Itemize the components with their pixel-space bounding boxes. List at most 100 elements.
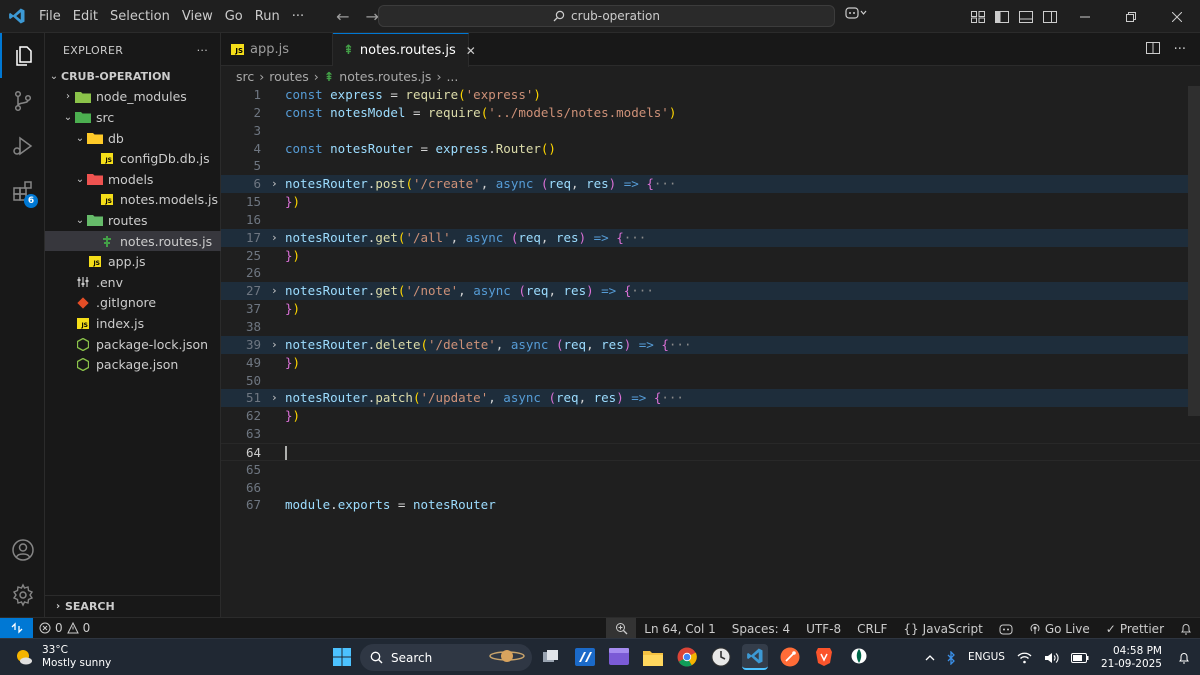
tree-item[interactable]: JS notes.models.js (45, 190, 221, 211)
code-editor[interactable]: 1 const express = require('express') 2 cons… (221, 86, 1200, 514)
tree-item[interactable]: ⌄ src (45, 107, 221, 128)
copilot-icon[interactable] (845, 6, 867, 24)
accounts-icon[interactable] (0, 527, 45, 572)
vscode-taskbar-icon[interactable] (742, 644, 768, 670)
run-debug-icon[interactable] (0, 123, 45, 168)
split-editor-icon[interactable] (1145, 41, 1160, 58)
toggle-primary-sidebar-icon[interactable] (990, 0, 1014, 33)
notification-center-bell-icon[interactable] (1172, 651, 1200, 664)
more-actions-icon[interactable]: ··· (197, 44, 208, 57)
clipchamp-icon[interactable] (606, 644, 632, 670)
notifications-bell-icon[interactable] (1172, 618, 1200, 639)
code-line[interactable]: 26 (221, 264, 1200, 282)
code-line[interactable]: 50 (221, 372, 1200, 390)
search-section[interactable]: › SEARCH (45, 595, 221, 617)
editor-scrollbar[interactable] (1188, 86, 1200, 416)
menu-view[interactable]: View (176, 0, 219, 33)
tree-item[interactable]: .env (45, 272, 221, 293)
code-line[interactable]: 67 module.exports = notesRouter (221, 496, 1200, 514)
tree-item[interactable]: ⌄ db (45, 128, 221, 149)
code-line[interactable]: 6 › notesRouter.post('/create', async (req… (221, 175, 1200, 194)
battery-icon[interactable] (1065, 652, 1095, 663)
extensions-icon[interactable]: 6 (0, 168, 45, 213)
more-editor-actions-icon[interactable]: ··· (1174, 42, 1186, 57)
encoding[interactable]: UTF-8 (798, 618, 849, 639)
code-line[interactable]: 62}) (221, 407, 1200, 425)
breadcrumb-file[interactable]: notes.routes.js (339, 69, 431, 84)
code-line[interactable]: 27 › notesRouter.get('/note', async (req, … (221, 282, 1200, 301)
code-line[interactable]: 2 const notesModel = require('../models/n… (221, 104, 1200, 122)
remote-indicator-icon[interactable] (0, 617, 33, 639)
project-folder[interactable]: ⌄ CRUB-OPERATION (45, 66, 221, 87)
menu-edit[interactable]: Edit (67, 0, 104, 33)
problems-indicator[interactable]: 0 0 (33, 621, 90, 635)
tree-item[interactable]: ⌄ routes (45, 210, 221, 231)
minimize-icon[interactable] (1062, 0, 1108, 33)
code-line[interactable]: 1 const express = require('express') (221, 86, 1200, 104)
tree-item[interactable]: JS app.js (45, 251, 221, 272)
volume-icon[interactable] (1038, 652, 1065, 664)
toggle-panel-icon[interactable] (1014, 0, 1038, 33)
brave-icon[interactable] (811, 644, 837, 670)
code-line[interactable]: 25}) (221, 247, 1200, 265)
back-arrow-icon[interactable]: ← (336, 7, 349, 26)
forward-arrow-icon[interactable]: → (366, 7, 379, 26)
fold-chevron-icon[interactable]: › (271, 336, 278, 354)
menu-more[interactable]: ··· (286, 0, 310, 33)
close-tab-icon[interactable]: ✕ (466, 44, 476, 58)
weather-widget[interactable]: 33°C Mostly sunny (14, 644, 111, 670)
code-line[interactable]: 37}) (221, 300, 1200, 318)
indentation[interactable]: Spaces: 4 (724, 618, 798, 639)
tab-app-js[interactable]: JS app.js (221, 33, 333, 66)
tab-notes-routes-js[interactable]: ⇞ notes.routes.js ✕ (333, 33, 476, 67)
breadcrumb-symbol[interactable]: ... (446, 69, 458, 84)
code-line[interactable]: 38 (221, 318, 1200, 336)
tree-item[interactable]: .gitIgnore (45, 293, 221, 314)
file-explorer-icon[interactable] (640, 644, 666, 670)
code-line[interactable]: 66 (221, 479, 1200, 497)
end-of-line[interactable]: CRLF (849, 618, 895, 639)
code-line[interactable]: 39 › notesRouter.delete('/delete', async (… (221, 335, 1200, 354)
windows-start-icon[interactable] (329, 644, 355, 670)
menu-go[interactable]: Go (219, 0, 249, 33)
tree-item[interactable]: notes.routes.js (45, 230, 221, 252)
cursor-position[interactable]: Ln 64, Col 1 (636, 618, 724, 639)
mongodb-compass-icon[interactable] (846, 644, 872, 670)
code-line[interactable]: 5 (221, 157, 1200, 175)
tree-item[interactable]: JS configDb.db.js (45, 148, 221, 169)
code-line[interactable]: 64 (221, 442, 1200, 461)
code-line[interactable]: 51 › notesRouter.patch('/update', async (r… (221, 389, 1200, 408)
toggle-secondary-sidebar-icon[interactable] (1038, 0, 1062, 33)
fold-chevron-icon[interactable]: › (271, 229, 278, 247)
language-indicator[interactable]: ENG US (962, 651, 1011, 664)
tree-item[interactable]: package-lock.json (45, 334, 221, 355)
clock-app-icon[interactable] (708, 644, 734, 670)
prettier-button[interactable]: ✓ Prettier (1098, 618, 1172, 639)
taskbar-search[interactable]: Search (360, 644, 532, 671)
code-line[interactable]: 16 (221, 211, 1200, 229)
menu-file[interactable]: File (33, 0, 67, 33)
go-live-button[interactable]: Go Live (1021, 618, 1098, 639)
task-view-icon[interactable] (538, 644, 564, 670)
code-line[interactable]: 17 › notesRouter.get('/all', async (req, r… (221, 228, 1200, 247)
source-control-icon[interactable] (0, 78, 45, 123)
wifi-icon[interactable] (1011, 652, 1038, 664)
copilot-status-icon[interactable] (991, 618, 1021, 639)
postman-icon[interactable] (777, 644, 803, 670)
language-mode[interactable]: {} JavaScript (895, 618, 990, 639)
code-line[interactable]: 3 (221, 122, 1200, 140)
bluetooth-icon[interactable] (941, 650, 962, 665)
show-hidden-icons-chevron-up-icon[interactable] (919, 654, 941, 661)
chrome-icon[interactable] (674, 644, 700, 670)
code-line[interactable]: 15}) (221, 193, 1200, 211)
tree-item[interactable]: JS index.js (45, 313, 221, 334)
command-center-search[interactable]: crub-operation (378, 5, 835, 27)
zoom-icon[interactable] (606, 618, 637, 639)
code-line[interactable]: 63 (221, 425, 1200, 443)
breadcrumb-src[interactable]: src (236, 69, 254, 84)
fold-chevron-icon[interactable]: › (271, 175, 278, 193)
tree-item[interactable]: ⌄ models (45, 169, 221, 190)
fold-chevron-icon[interactable]: › (271, 282, 278, 300)
tree-item[interactable]: package.json (45, 354, 221, 375)
app-blue-icon[interactable] (572, 644, 598, 670)
